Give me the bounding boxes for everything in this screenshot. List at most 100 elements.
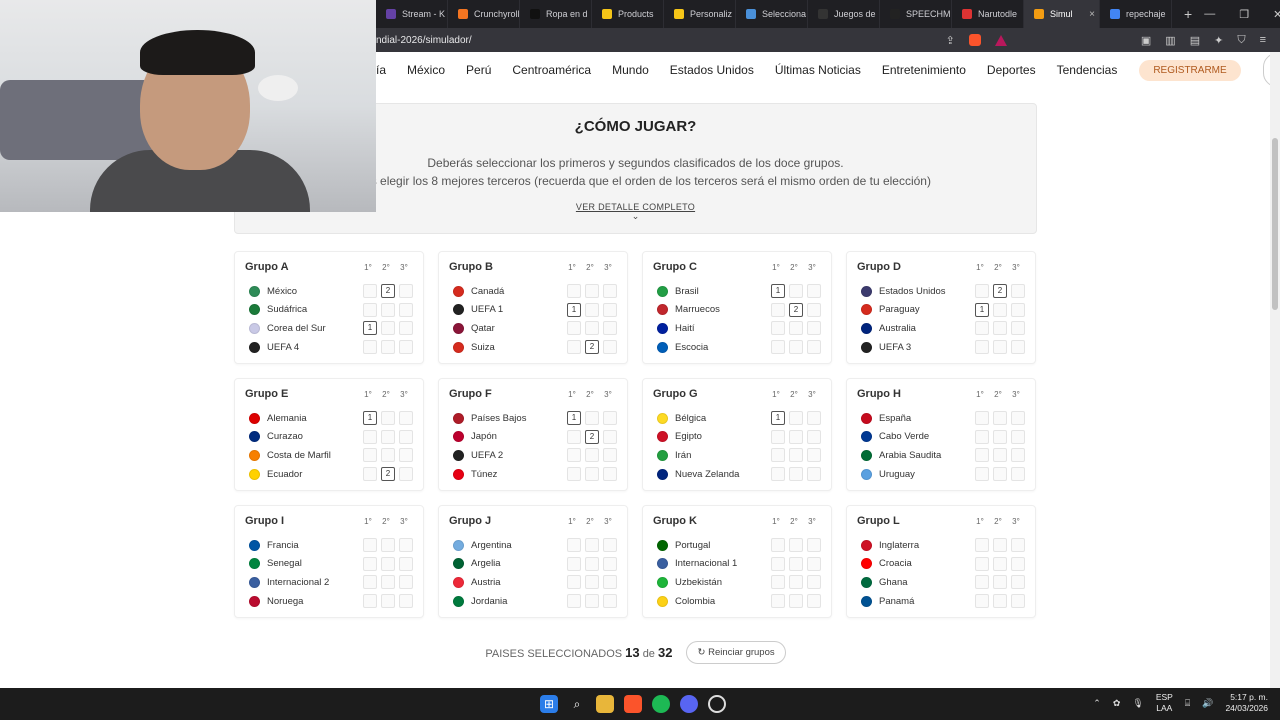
- browser-tab[interactable]: Crunchyroll: [448, 0, 520, 28]
- position-checkbox[interactable]: [1011, 448, 1025, 463]
- position-checkbox[interactable]: [789, 575, 803, 590]
- position-checkbox[interactable]: [807, 538, 821, 553]
- position-checkbox[interactable]: [975, 429, 989, 444]
- position-checkbox[interactable]: [993, 429, 1007, 444]
- position-checkbox[interactable]: [993, 575, 1007, 590]
- position-checkbox[interactable]: [993, 448, 1007, 463]
- position-checkbox[interactable]: [993, 302, 1007, 317]
- position-checkbox[interactable]: [807, 594, 821, 609]
- nav-item[interactable]: Entretenimiento: [882, 63, 966, 77]
- position-checkbox[interactable]: [567, 467, 581, 482]
- position-checkbox[interactable]: [807, 411, 821, 426]
- position-checkbox[interactable]: [603, 340, 617, 355]
- position-checkbox[interactable]: [1011, 538, 1025, 553]
- position-checkbox[interactable]: [1011, 429, 1025, 444]
- position-checkbox[interactable]: [603, 302, 617, 317]
- position-checkbox[interactable]: [771, 538, 785, 553]
- position-checkbox[interactable]: [585, 321, 599, 336]
- position-checkbox[interactable]: [567, 429, 581, 444]
- position-checkbox[interactable]: [363, 302, 377, 317]
- position-checkbox[interactable]: [1011, 594, 1025, 609]
- position-checkbox[interactable]: [771, 448, 785, 463]
- wallet-icon[interactable]: ▤: [1190, 34, 1200, 47]
- position-checkbox[interactable]: [993, 467, 1007, 482]
- position-checkbox[interactable]: [567, 594, 581, 609]
- brave-shields-icon[interactable]: [968, 34, 981, 46]
- position-checkbox[interactable]: [567, 321, 581, 336]
- position-checkbox[interactable]: [1011, 284, 1025, 299]
- position-checkbox[interactable]: [381, 302, 395, 317]
- position-checkbox[interactable]: [1011, 556, 1025, 571]
- position-checkbox[interactable]: [381, 429, 395, 444]
- position-checkbox[interactable]: [399, 429, 413, 444]
- tray-app-icon[interactable]: ✿: [1113, 698, 1121, 709]
- position-checkbox[interactable]: [567, 448, 581, 463]
- position-checkbox[interactable]: [585, 556, 599, 571]
- chevron-down-icon[interactable]: ⌄: [235, 212, 1036, 221]
- position-checkbox[interactable]: [381, 340, 395, 355]
- position-checkbox[interactable]: [807, 340, 821, 355]
- position-checkbox[interactable]: [363, 340, 377, 355]
- position-checkbox[interactable]: [399, 594, 413, 609]
- position-checkbox[interactable]: [1011, 411, 1025, 426]
- position-checkbox[interactable]: [789, 321, 803, 336]
- position-checkbox[interactable]: 1: [567, 302, 581, 317]
- nav-item[interactable]: ía: [376, 63, 386, 77]
- share-icon[interactable]: ⇪: [946, 34, 955, 47]
- position-checkbox[interactable]: 2: [789, 302, 803, 317]
- register-button[interactable]: REGISTRARME: [1139, 59, 1241, 81]
- position-checkbox[interactable]: [807, 302, 821, 317]
- position-checkbox[interactable]: 1: [363, 321, 377, 336]
- position-checkbox[interactable]: [603, 556, 617, 571]
- position-checkbox[interactable]: [771, 340, 785, 355]
- browser-tab[interactable]: Narutodle: [952, 0, 1024, 28]
- position-checkbox[interactable]: [993, 340, 1007, 355]
- position-checkbox[interactable]: [399, 284, 413, 299]
- new-tab-button[interactable]: +: [1172, 6, 1204, 22]
- position-checkbox[interactable]: [1011, 321, 1025, 336]
- position-checkbox[interactable]: [381, 538, 395, 553]
- position-checkbox[interactable]: [993, 411, 1007, 426]
- browser-tab[interactable]: Personaliz: [664, 0, 736, 28]
- position-checkbox[interactable]: 2: [381, 284, 395, 299]
- sidebar-icon[interactable]: ▥: [1165, 34, 1175, 47]
- menu-icon[interactable]: ≡: [1260, 34, 1266, 46]
- clock[interactable]: 5:17 p. m. 24/03/2026: [1225, 692, 1268, 714]
- position-checkbox[interactable]: [585, 284, 599, 299]
- position-checkbox[interactable]: [603, 575, 617, 590]
- position-checkbox[interactable]: [585, 411, 599, 426]
- position-checkbox[interactable]: [975, 411, 989, 426]
- position-checkbox[interactable]: [381, 321, 395, 336]
- position-checkbox[interactable]: [585, 538, 599, 553]
- position-checkbox[interactable]: [567, 340, 581, 355]
- position-checkbox[interactable]: [771, 575, 785, 590]
- position-checkbox[interactable]: [807, 556, 821, 571]
- position-checkbox[interactable]: 1: [771, 284, 785, 299]
- position-checkbox[interactable]: [363, 284, 377, 299]
- position-checkbox[interactable]: [771, 556, 785, 571]
- position-checkbox[interactable]: [381, 556, 395, 571]
- position-checkbox[interactable]: [789, 411, 803, 426]
- position-checkbox[interactable]: [603, 467, 617, 482]
- reader-icon[interactable]: ▣: [1141, 34, 1151, 47]
- obs-icon[interactable]: [708, 695, 726, 713]
- nav-item[interactable]: Centroamérica: [512, 63, 591, 77]
- position-checkbox[interactable]: [1011, 340, 1025, 355]
- position-checkbox[interactable]: [789, 284, 803, 299]
- browser-tab[interactable]: Stream - K: [376, 0, 448, 28]
- browser-tab[interactable]: repechaje: [1100, 0, 1172, 28]
- network-icon[interactable]: ⌸: [1185, 698, 1190, 709]
- position-checkbox[interactable]: [363, 594, 377, 609]
- nav-item[interactable]: Deportes: [987, 63, 1036, 77]
- position-checkbox[interactable]: [399, 575, 413, 590]
- position-checkbox[interactable]: [363, 448, 377, 463]
- position-checkbox[interactable]: [993, 538, 1007, 553]
- spotify-icon[interactable]: [652, 695, 670, 713]
- windows-start-icon[interactable]: ⊞: [540, 695, 558, 713]
- position-checkbox[interactable]: [1011, 575, 1025, 590]
- search-icon[interactable]: ⌕: [568, 695, 586, 713]
- brave-browser-icon[interactable]: [624, 695, 642, 713]
- position-checkbox[interactable]: [603, 448, 617, 463]
- position-checkbox[interactable]: [585, 575, 599, 590]
- position-checkbox[interactable]: [975, 467, 989, 482]
